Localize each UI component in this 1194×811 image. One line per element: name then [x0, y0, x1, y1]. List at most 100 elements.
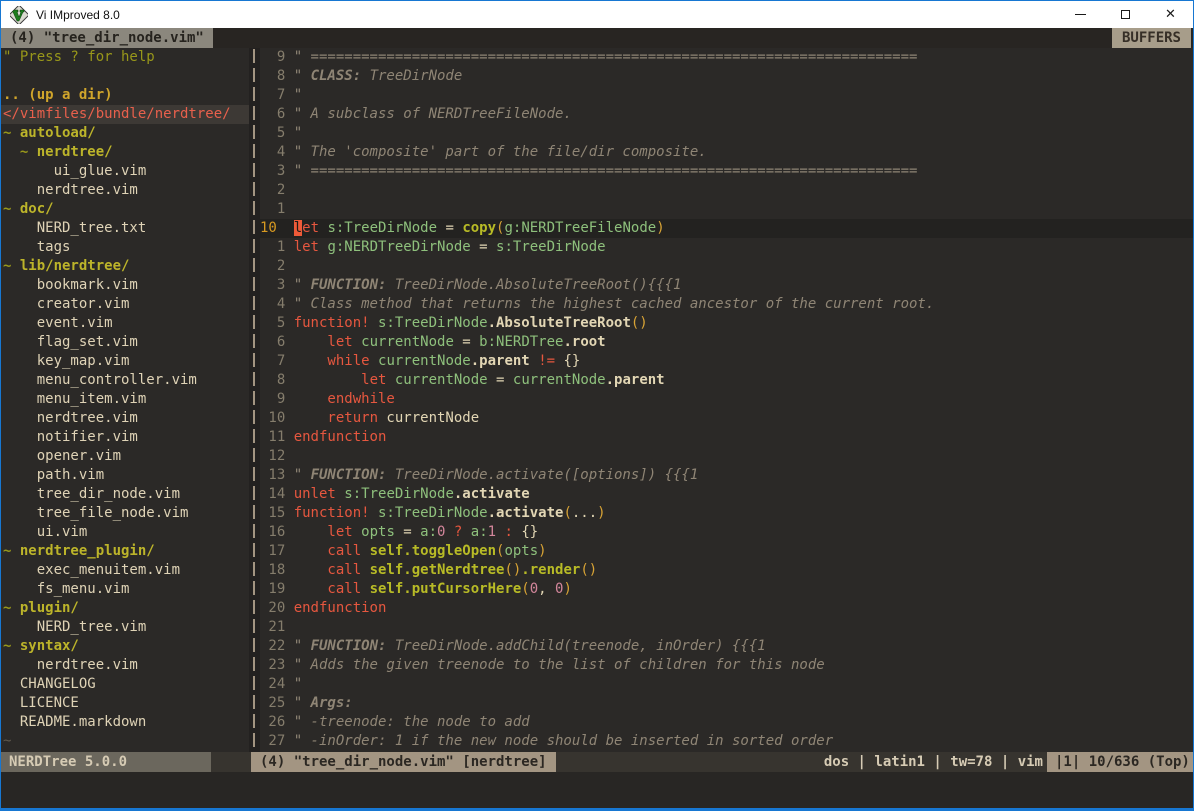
minimize-button[interactable]: [1058, 1, 1103, 28]
code-line[interactable]: 26" -treenode: the node to add: [260, 713, 1193, 732]
syntax-span: =: [471, 239, 496, 255]
syntax-span: [353, 334, 361, 350]
syntax-span: FUNCTION:: [311, 277, 387, 293]
tree-item[interactable]: nerdtree.vim: [1, 181, 249, 200]
code-line[interactable]: 8 let currentNode = currentNode.parent: [260, 371, 1193, 390]
tree-item[interactable]: tree_file_node.vim: [1, 504, 249, 523]
tree-item[interactable]: CHANGELOG: [1, 675, 249, 694]
code-line[interactable]: 7": [260, 86, 1193, 105]
code-line[interactable]: 3" FUNCTION: TreeDirNode.AbsoluteTreeRoo…: [260, 276, 1193, 295]
code-line[interactable]: 1: [260, 200, 1193, 219]
code-line[interactable]: 9" =====================================…: [260, 48, 1193, 67]
syntax-span: copy: [462, 220, 496, 236]
tree-item[interactable]: flag_set.vim: [1, 333, 249, 352]
code-line[interactable]: 13" FUNCTION: TreeDirNode.activate([opti…: [260, 466, 1193, 485]
maximize-button[interactable]: [1103, 1, 1148, 28]
code-line[interactable]: 6" A subclass of NERDTreeFileNode.: [260, 105, 1193, 124]
command-line[interactable]: [1, 772, 1193, 808]
code-line[interactable]: 9 endwhile: [260, 390, 1193, 409]
tree-item[interactable]: ~ syntax/: [1, 637, 249, 656]
code-line[interactable]: 22" FUNCTION: TreeDirNode.addChild(treen…: [260, 637, 1193, 656]
code-line[interactable]: 24": [260, 675, 1193, 694]
tree-item[interactable]: ~ nerdtree_plugin/: [1, 542, 249, 561]
code-line[interactable]: 3" =====================================…: [260, 162, 1193, 181]
tree-item[interactable]: tree_dir_node.vim: [1, 485, 249, 504]
tree-item[interactable]: ~ lib/nerdtree/: [1, 257, 249, 276]
code-line[interactable]: 23" Adds the given treenode to the list …: [260, 656, 1193, 675]
syntax-span: [294, 334, 328, 350]
tree-item[interactable]: nerdtree.vim: [1, 656, 249, 675]
code-line[interactable]: 4" Class method that returns the highest…: [260, 295, 1193, 314]
syntax-span: Args:: [311, 695, 353, 711]
line-number: 17: [260, 542, 285, 561]
tree-item[interactable]: creator.vim: [1, 295, 249, 314]
line-number: 15: [260, 504, 285, 523]
tree-item[interactable]: ~ plugin/: [1, 599, 249, 618]
code-line[interactable]: 1let g:NERDTreeDirNode = s:TreeDirNode: [260, 238, 1193, 257]
code-line[interactable]: 2: [260, 257, 1193, 276]
window-separator[interactable]: [249, 48, 260, 752]
tree-item[interactable]: ~: [1, 732, 249, 751]
statusline: NERDTree 5.0.0 (4) "tree_dir_node.vim" […: [1, 752, 1193, 772]
window-controls: ✕: [1058, 1, 1193, 28]
syntax-span: g:NERDTreeFileNode: [504, 220, 656, 236]
tree-item[interactable]: event.vim: [1, 314, 249, 333]
tree-item[interactable]: menu_controller.vim: [1, 371, 249, 390]
code-line[interactable]: 8" CLASS: TreeDirNode: [260, 67, 1193, 86]
code-line[interactable]: 25" Args:: [260, 694, 1193, 713]
syntax-span: let: [327, 334, 352, 350]
tree-item[interactable]: ~ nerdtree/: [1, 143, 249, 162]
tree-item[interactable]: opener.vim: [1, 447, 249, 466]
syntax-span: [361, 581, 369, 597]
code-line[interactable]: 7 while currentNode.parent != {}: [260, 352, 1193, 371]
tree-item[interactable]: LICENCE: [1, 694, 249, 713]
code-line[interactable]: 21: [260, 618, 1193, 637]
tree-item[interactable]: [1, 67, 249, 86]
syntax-span: [294, 353, 328, 369]
tree-item[interactable]: path.vim: [1, 466, 249, 485]
code-line[interactable]: 12: [260, 447, 1193, 466]
code-line[interactable]: 11endfunction: [260, 428, 1193, 447]
code-line[interactable]: 6 let currentNode = b:NERDTree.root: [260, 333, 1193, 352]
line-number: 12: [260, 447, 285, 466]
tree-item[interactable]: key_map.vim: [1, 352, 249, 371]
code-line[interactable]: 10let s:TreeDirNode = copy(g:NERDTreeFil…: [260, 219, 1193, 238]
line-number: 1: [260, 200, 285, 219]
tab-tree-dir-node[interactable]: (4) "tree_dir_node.vim": [1, 28, 213, 48]
tree-item[interactable]: notifier.vim: [1, 428, 249, 447]
tree-item[interactable]: menu_item.vim: [1, 390, 249, 409]
tree-item[interactable]: bookmark.vim: [1, 276, 249, 295]
tree-item[interactable]: ui_glue.vim: [1, 162, 249, 181]
code-line[interactable]: 27" -inOrder: 1 if the new node should b…: [260, 732, 1193, 751]
syntax-span: [3, 524, 37, 540]
tree-item[interactable]: " Press ? for help: [1, 48, 249, 67]
tree-item[interactable]: nerdtree.vim: [1, 409, 249, 428]
code-line[interactable]: 2: [260, 181, 1193, 200]
tree-item[interactable]: README.markdown: [1, 713, 249, 732]
tree-item[interactable]: .. (up a dir): [1, 86, 249, 105]
tree-item[interactable]: ~ autoload/: [1, 124, 249, 143]
tree-item[interactable]: </vimfiles/bundle/nerdtree/: [1, 105, 249, 124]
tree-item[interactable]: tags: [1, 238, 249, 257]
syntax-span: s:TreeDirNode: [378, 505, 488, 521]
code-line[interactable]: 5": [260, 124, 1193, 143]
code-line[interactable]: 17 call self.toggleOpen(opts): [260, 542, 1193, 561]
code-line[interactable]: 19 call self.putCursorHere(0, 0): [260, 580, 1193, 599]
tree-item[interactable]: exec_menuitem.vim: [1, 561, 249, 580]
tree-item[interactable]: fs_menu.vim: [1, 580, 249, 599]
tree-item[interactable]: ~ doc/: [1, 200, 249, 219]
code-line[interactable]: 5function! s:TreeDirNode.AbsoluteTreeRoo…: [260, 314, 1193, 333]
tree-item[interactable]: NERD_tree.txt: [1, 219, 249, 238]
tree-item[interactable]: ui.vim: [1, 523, 249, 542]
tree-item[interactable]: NERD_tree.vim: [1, 618, 249, 637]
code-line[interactable]: 16 let opts = a:0 ? a:1 : {}: [260, 523, 1193, 542]
syntax-span: call: [327, 581, 361, 597]
code-line[interactable]: 10 return currentNode: [260, 409, 1193, 428]
close-button[interactable]: ✕: [1148, 1, 1193, 28]
code-line[interactable]: 15function! s:TreeDirNode.activate(...): [260, 504, 1193, 523]
code-line[interactable]: 20endfunction: [260, 599, 1193, 618]
code-line[interactable]: 14unlet s:TreeDirNode.activate: [260, 485, 1193, 504]
code-line[interactable]: 4" The 'composite' part of the file/dir …: [260, 143, 1193, 162]
code-line[interactable]: 18 call self.getNerdtree().render(): [260, 561, 1193, 580]
syntax-span: [3, 163, 54, 179]
